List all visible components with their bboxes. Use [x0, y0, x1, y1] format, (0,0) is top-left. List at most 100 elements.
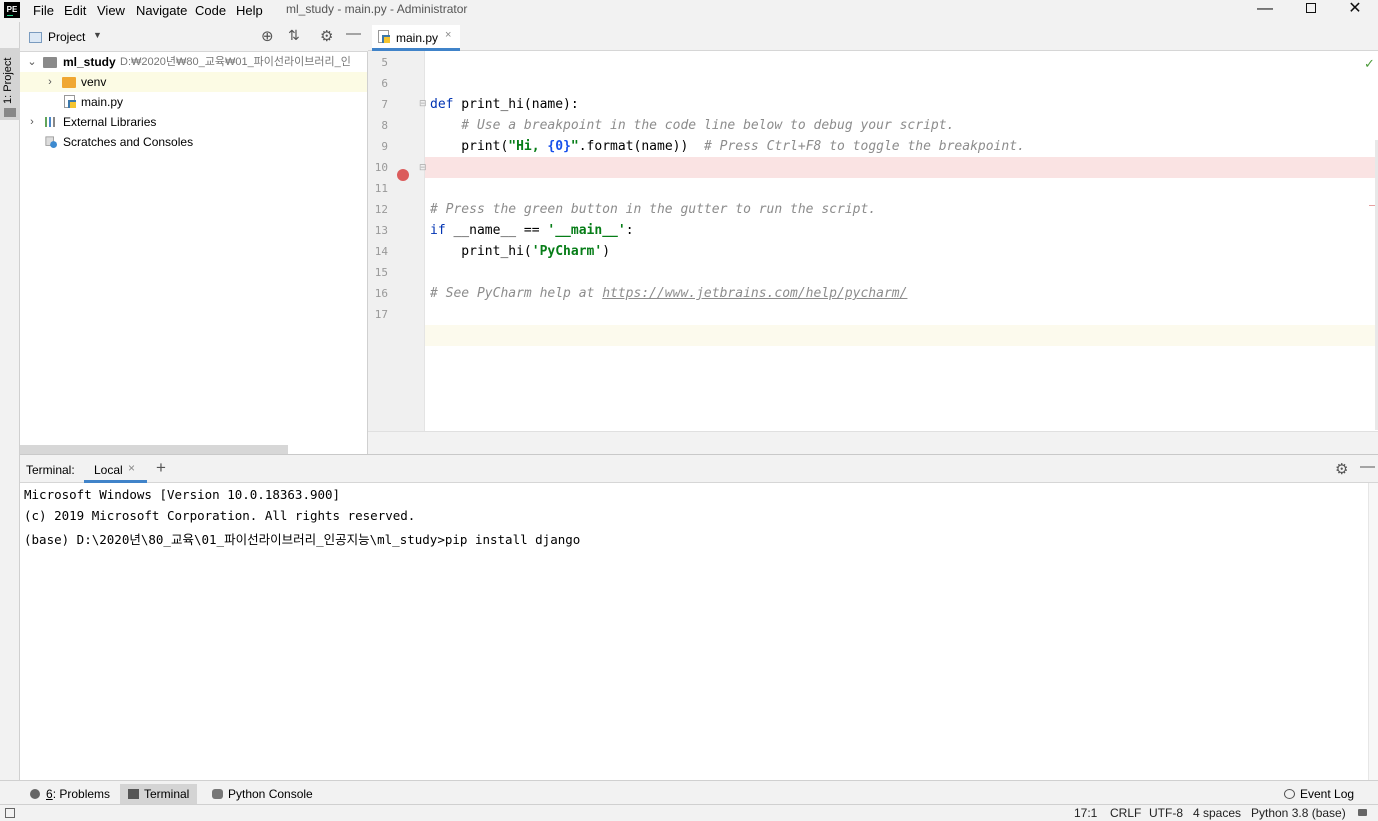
chevron-right-icon[interactable]: ›	[27, 112, 37, 132]
terminal-scrollbar[interactable]	[1368, 483, 1378, 781]
menu-view[interactable]: View	[97, 3, 125, 18]
tab-label: main.py	[396, 31, 439, 45]
tree-item-label: External Libraries	[63, 115, 157, 129]
terminal-icon	[128, 789, 139, 799]
code-line-9[interactable]: print("Hi, {0}".format(name)) # Press Ct…	[430, 136, 1025, 157]
line-number: 12	[374, 203, 388, 216]
python-console-tool-button[interactable]: Python Console	[204, 784, 321, 804]
menu-help[interactable]: Help	[236, 3, 263, 18]
maximize-button[interactable]	[1288, 0, 1334, 22]
lock-icon[interactable]	[1358, 809, 1367, 816]
tree-item-label: main.py	[81, 95, 124, 109]
terminal-panel: Terminal: Local × + ⚙ — Microsoft Window…	[20, 454, 1378, 781]
tree-item-label: venv	[81, 75, 107, 89]
code-line-13[interactable]: if __name__ == '__main__':	[430, 220, 634, 241]
menu-navigate[interactable]: Navigate	[136, 3, 187, 18]
title-bar: PE File Edit View Navigate Code Help ml_…	[0, 0, 1378, 22]
tree-item-main-py[interactable]: main.py	[20, 92, 367, 112]
tree-item-ml-study[interactable]: ⌄ ml_study D:₩2020년₩80_교육₩01_파이선라이브러리_인	[20, 52, 367, 72]
status-bar: 17:1 CRLF UTF-8 4 spaces Python 3.8 (bas…	[0, 804, 1378, 821]
indent-setting[interactable]: 4 spaces	[1193, 806, 1241, 820]
terminal-tab-local[interactable]: Local ×	[84, 458, 147, 483]
new-terminal-tab-icon[interactable]: +	[156, 458, 166, 478]
event-log-tool-button[interactable]: Event Log	[1276, 784, 1362, 804]
project-view-selector[interactable]: Project	[48, 30, 85, 44]
help-link[interactable]: https://www.jetbrains.com/help/pycharm/	[602, 286, 907, 301]
terminal-output-line: (c) 2019 Microsoft Corporation. All righ…	[24, 508, 416, 523]
code-line-12[interactable]: # Press the green button in the gutter t…	[430, 199, 876, 220]
tab-main-py[interactable]: main.py ×	[372, 25, 460, 51]
problems-label: : Problems	[52, 787, 111, 801]
hide-panel-icon[interactable]: —	[346, 25, 361, 42]
terminal-prompt-line[interactable]: (base) D:\2020년\80_교육\01_파이선라이브러리_인공지능\m…	[24, 529, 580, 548]
tree-item-venv[interactable]: › venv	[20, 72, 367, 92]
editor-gutter[interactable]: 5 6 7 8 9 10 11 12 13 14 15 16 17 ⊟ ⊟	[368, 51, 427, 431]
scratches-icon	[45, 136, 57, 148]
file-encoding[interactable]: UTF-8	[1149, 806, 1183, 820]
line-number: 13	[374, 224, 388, 237]
close-icon: ✕	[1348, 0, 1362, 17]
code-line-14[interactable]: print_hi('PyCharm')	[430, 241, 610, 262]
python-console-icon	[212, 789, 223, 799]
close-tab-icon[interactable]: ×	[445, 29, 451, 41]
python-interpreter[interactable]: Python 3.8 (base)	[1251, 806, 1346, 820]
stripe-project-button[interactable]: 1: Project	[0, 48, 20, 120]
terminal-header: Terminal: Local × + ⚙ —	[20, 455, 1378, 483]
problems-shortcut: 6	[46, 787, 53, 801]
line-number: 11	[374, 182, 388, 195]
chevron-down-icon[interactable]: ▼	[93, 30, 102, 40]
gear-icon[interactable]: ⚙	[320, 27, 333, 45]
tool-window-bar: 6: Problems Terminal Python Console Even…	[0, 780, 1378, 804]
tab-label: Local	[94, 463, 123, 477]
locate-icon[interactable]: ⊕	[261, 27, 274, 45]
event-log-icon	[1284, 789, 1295, 799]
folder-icon	[4, 108, 16, 117]
breakpoint-line-highlight	[425, 157, 1378, 178]
code-line-16[interactable]: # See PyCharm help at https://www.jetbra…	[430, 283, 907, 304]
toggle-tool-windows-icon[interactable]	[5, 808, 15, 818]
problems-tool-button[interactable]: 6: Problems	[22, 784, 118, 804]
menu-file[interactable]: File	[33, 3, 54, 18]
fold-icon[interactable]: ⊟	[419, 98, 427, 109]
folder-icon	[62, 77, 76, 88]
line-number: 5	[381, 56, 388, 69]
code-line-7[interactable]: def print_hi(name):	[430, 94, 579, 115]
tree-item-external-libraries[interactable]: › External Libraries	[20, 112, 367, 132]
tree-item-label: Scratches and Consoles	[63, 135, 194, 149]
close-tab-icon[interactable]: ×	[128, 461, 135, 475]
chevron-down-icon[interactable]: ⌄	[27, 52, 37, 72]
event-log-label: Event Log	[1300, 787, 1355, 801]
horizontal-scrollbar[interactable]	[20, 445, 288, 454]
code-line-8[interactable]: # Use a breakpoint in the code line belo…	[430, 115, 954, 136]
terminal-tool-label: Terminal	[144, 787, 190, 801]
line-number: 10	[374, 161, 388, 174]
terminal-tool-button[interactable]: Terminal	[120, 784, 198, 804]
minimize-button[interactable]: —	[1242, 0, 1288, 22]
tree-item-path: D:₩2020년₩80_교육₩01_파이선라이브러리_인	[120, 56, 351, 68]
menu-code[interactable]: Code	[195, 3, 226, 18]
gear-icon[interactable]: ⚙	[1335, 460, 1348, 478]
line-separator[interactable]: CRLF	[1110, 806, 1141, 820]
tree-item-scratches[interactable]: Scratches and Consoles	[20, 132, 367, 152]
no-problems-check-icon[interactable]: ✓	[1364, 56, 1378, 71]
project-view-icon	[29, 32, 42, 43]
line-number: 8	[381, 119, 388, 132]
close-window-button[interactable]: ✕	[1332, 0, 1378, 22]
breakpoint-icon[interactable]	[397, 169, 409, 181]
caret-position[interactable]: 17:1	[1074, 806, 1097, 820]
fold-icon[interactable]: ⊟	[419, 162, 427, 173]
python-console-label: Python Console	[228, 787, 313, 801]
collapse-all-icon[interactable]: ⇅	[288, 27, 300, 44]
editor: main.py × 5 6 7 8 9 10 11 12 13 14 15 16…	[368, 22, 1378, 454]
module-folder-icon	[43, 57, 57, 68]
library-icon	[45, 117, 55, 127]
python-file-icon	[378, 30, 390, 43]
chevron-right-icon[interactable]: ›	[45, 72, 55, 92]
line-number: 7	[381, 98, 388, 111]
line-number: 6	[381, 77, 388, 90]
menu-edit[interactable]: Edit	[64, 3, 86, 18]
project-panel: Project ▼ ⊕ ⇅ ⚙ — ⌄ ml_study D:₩2020년₩80…	[20, 22, 368, 454]
pycharm-logo-icon: PE	[4, 2, 20, 18]
hide-panel-icon[interactable]: —	[1360, 458, 1375, 475]
caret-line-highlight	[425, 325, 1378, 346]
